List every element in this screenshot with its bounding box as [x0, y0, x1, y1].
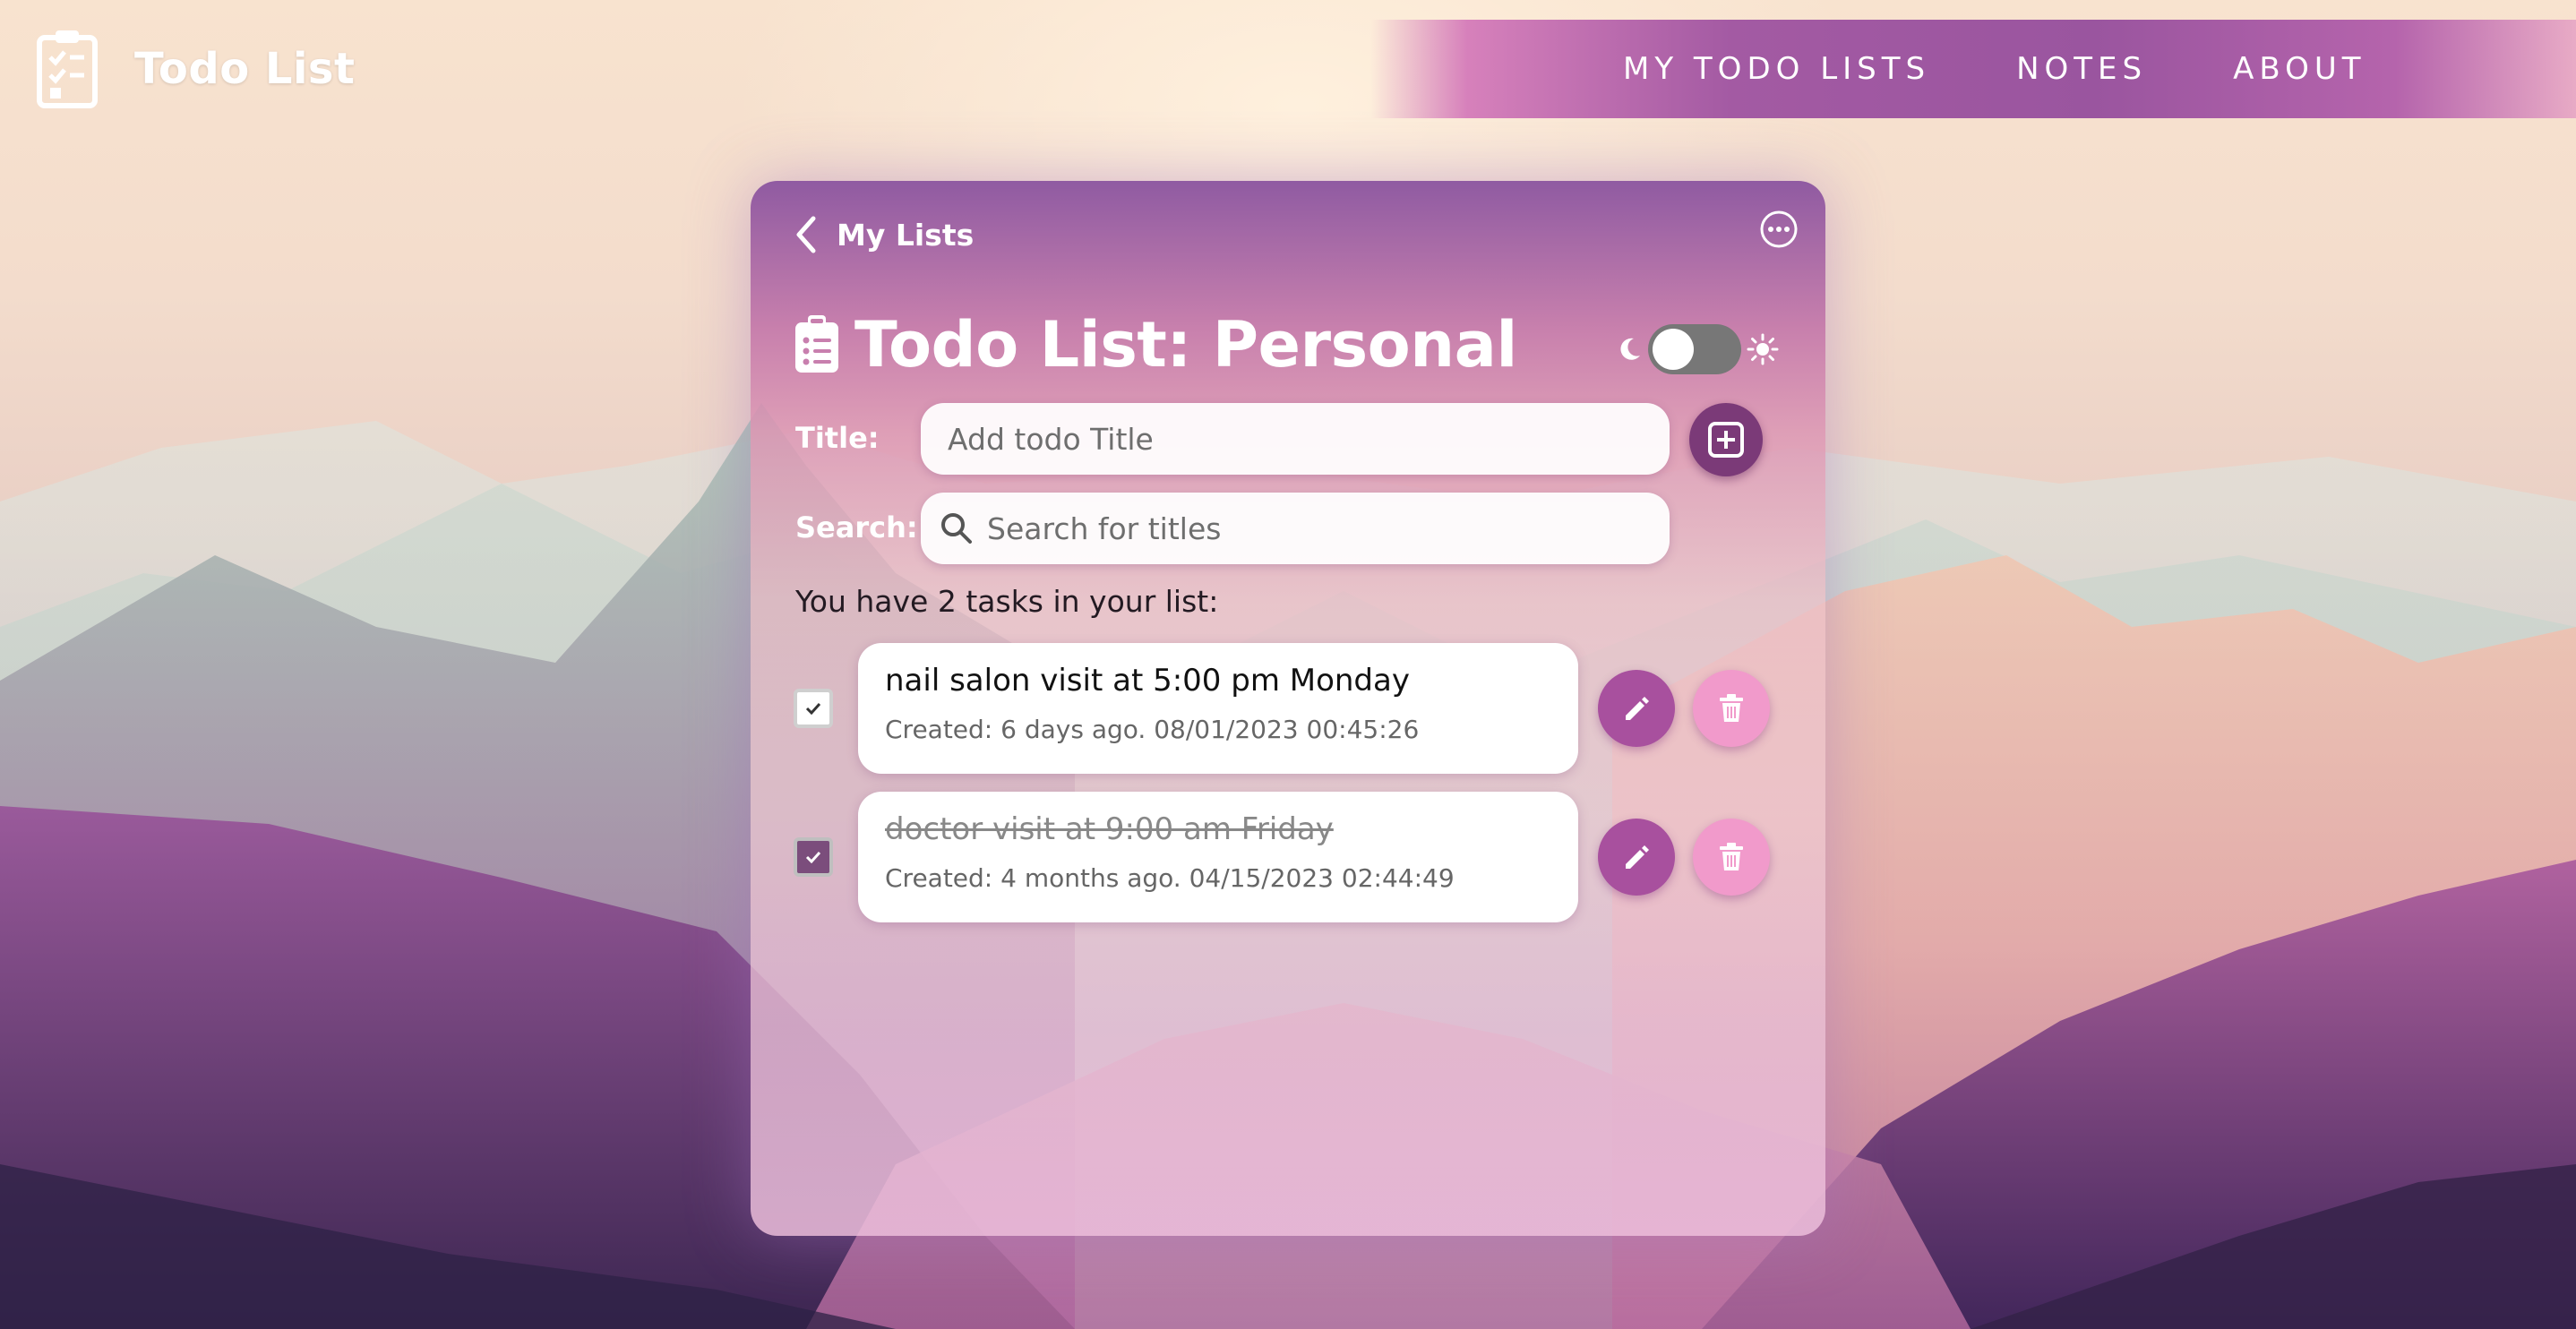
todo-complete-checkbox[interactable] — [794, 837, 833, 877]
todo-item: nail salon visit at 5:00 pm Monday Creat… — [751, 643, 1825, 774]
search-input[interactable] — [987, 493, 1670, 564]
trash-icon — [1720, 843, 1743, 870]
top-navigation: MY TODO LISTS NOTES ABOUT — [1370, 20, 2576, 118]
nav-my-todo-lists[interactable]: MY TODO LISTS — [1623, 51, 1930, 87]
delete-todo-button[interactable] — [1693, 819, 1770, 896]
clipboard-checklist-icon — [37, 30, 98, 108]
edit-todo-button[interactable] — [1598, 819, 1675, 896]
todo-title: nail salon visit at 5:00 pm Monday — [885, 663, 1410, 699]
search-field-wrap — [921, 493, 1670, 564]
nav-notes[interactable]: NOTES — [2016, 51, 2147, 87]
todo-created-date: Created: 4 months ago. 04/15/2023 02:44:… — [885, 863, 1455, 893]
dark-mode-toggle[interactable] — [1648, 324, 1741, 374]
todo-list-panel: My Lists Todo List: Personal Title: Add … — [751, 181, 1825, 1236]
task-count-prefix: You have — [795, 584, 938, 619]
edit-todo-button[interactable] — [1598, 670, 1675, 747]
back-label: My Lists — [837, 217, 975, 253]
search-icon — [941, 513, 972, 544]
pencil-icon — [1626, 697, 1649, 720]
pencil-icon — [1626, 845, 1649, 869]
checkmark-icon — [805, 702, 821, 715]
todo-created-date: Created: 6 days ago. 08/01/2023 00:45:26 — [885, 715, 1420, 744]
plus-square-icon — [1708, 422, 1744, 458]
todo-card[interactable]: doctor visit at 9:00 am Friday Created: … — [858, 792, 1578, 922]
moon-icon — [1620, 338, 1640, 360]
task-count-suffix: tasks in your list: — [956, 584, 1219, 619]
list-heading-row: Todo List: Personal — [794, 308, 1517, 382]
todo-card[interactable]: nail salon visit at 5:00 pm Monday Creat… — [858, 643, 1578, 774]
todo-title-input[interactable] — [948, 403, 1670, 475]
todo-title: doctor visit at 9:00 am Friday — [885, 811, 1334, 847]
toggle-knob — [1653, 329, 1694, 370]
list-title: Todo List: Personal — [854, 308, 1517, 382]
task-count-text: You have 2 tasks in your list: — [795, 584, 1218, 619]
title-label: Title: — [795, 421, 880, 455]
search-label: Search: — [795, 510, 918, 544]
title-field-wrap — [921, 403, 1670, 475]
delete-todo-button[interactable] — [1693, 670, 1770, 747]
theme-switch — [1616, 324, 1779, 374]
clipboard-list-icon — [795, 315, 838, 373]
sun-icon — [1747, 333, 1779, 365]
nav-about[interactable]: ABOUT — [2233, 51, 2366, 87]
chevron-left-icon — [796, 216, 816, 253]
app-logo[interactable]: Todo List — [36, 29, 355, 109]
todo-complete-checkbox[interactable] — [794, 689, 833, 728]
trash-icon — [1720, 694, 1743, 722]
back-to-lists-link[interactable]: My Lists — [794, 215, 974, 254]
todo-item: doctor visit at 9:00 am Friday Created: … — [751, 792, 1825, 922]
add-todo-button[interactable] — [1689, 403, 1763, 476]
checkmark-icon — [805, 851, 821, 863]
more-options-icon[interactable] — [1759, 210, 1799, 249]
app-title: Todo List — [134, 44, 356, 94]
task-count-number: 2 — [937, 584, 957, 619]
